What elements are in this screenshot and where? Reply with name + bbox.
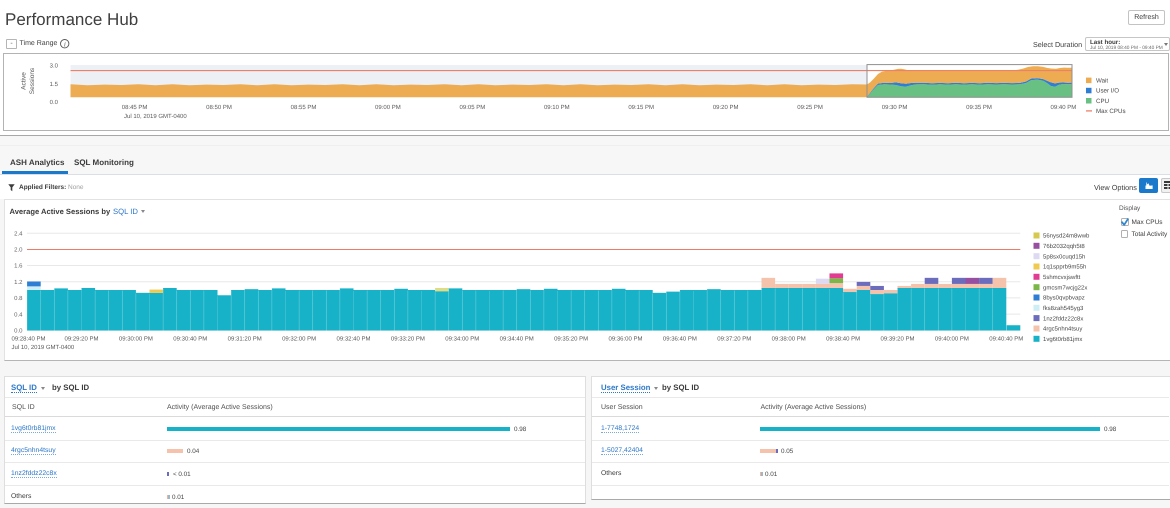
svg-text:8bys0qvpbvapz: 8bys0qvpbvapz	[1043, 295, 1085, 302]
svg-text:5p8sx0cuqd15h: 5p8sx0cuqd15h	[1043, 253, 1085, 260]
svg-text:09:32:00 PM: 09:32:00 PM	[282, 336, 316, 343]
svg-text:1vg6t0rb81jmx: 1vg6t0rb81jmx	[1043, 336, 1082, 343]
svg-text:09:33:20 PM: 09:33:20 PM	[391, 336, 425, 343]
svg-text:2.4: 2.4	[14, 231, 23, 238]
svg-text:09:38:00 PM: 09:38:00 PM	[772, 336, 806, 343]
svg-text:09:20 PM: 09:20 PM	[713, 104, 739, 111]
svg-text:09:15 PM: 09:15 PM	[628, 104, 654, 111]
svg-text:56nysd24m8wwb: 56nysd24m8wwb	[1043, 233, 1090, 240]
svg-text:08:45 PM: 08:45 PM	[122, 104, 148, 111]
svg-text:fks8zah545yg3: fks8zah545yg3	[1043, 305, 1084, 312]
svg-text:09:35 PM: 09:35 PM	[966, 104, 992, 111]
svg-text:1.5: 1.5	[50, 81, 59, 88]
svg-text:09:37:20 PM: 09:37:20 PM	[717, 336, 751, 343]
svg-text:0.8: 0.8	[14, 295, 23, 302]
svg-text:09:30:40 PM: 09:30:40 PM	[173, 336, 207, 343]
svg-text:09:35:20 PM: 09:35:20 PM	[554, 336, 588, 343]
svg-text:09:28:40 PM: 09:28:40 PM	[12, 336, 46, 343]
svg-text:0.4: 0.4	[14, 311, 23, 318]
svg-text:2.0: 2.0	[14, 247, 23, 254]
svg-text:0.0: 0.0	[50, 99, 59, 106]
svg-text:User I/O: User I/O	[1096, 88, 1119, 95]
svg-text:08:50 PM: 08:50 PM	[206, 104, 232, 111]
svg-text:Sessions: Sessions	[29, 67, 36, 94]
svg-text:09:10 PM: 09:10 PM	[544, 104, 570, 111]
svg-text:09:36:40 PM: 09:36:40 PM	[663, 336, 697, 343]
svg-text:Wait: Wait	[1096, 78, 1108, 85]
svg-text:09:32:40 PM: 09:32:40 PM	[336, 336, 370, 343]
svg-text:i: i	[63, 40, 65, 48]
svg-text:09:05 PM: 09:05 PM	[460, 104, 486, 111]
svg-text:1nz2fddz22c8x: 1nz2fddz22c8x	[1043, 315, 1083, 322]
svg-text:Max CPUs: Max CPUs	[1096, 108, 1126, 115]
svg-text:4rgc5nhn4tsuy: 4rgc5nhn4tsuy	[1043, 326, 1082, 333]
svg-text:76b2032qqh5t8: 76b2032qqh5t8	[1043, 243, 1085, 250]
svg-text:09:31:20 PM: 09:31:20 PM	[228, 336, 262, 343]
svg-text:09:25 PM: 09:25 PM	[797, 104, 823, 111]
svg-text:1.6: 1.6	[14, 263, 23, 270]
svg-text:09:36:00 PM: 09:36:00 PM	[608, 336, 642, 343]
svg-text:09:40 PM: 09:40 PM	[1051, 104, 1077, 111]
svg-text:09:29:20 PM: 09:29:20 PM	[64, 336, 98, 343]
svg-text:1q1spprb9m55h: 1q1spprb9m55h	[1043, 264, 1086, 271]
svg-text:09:30 PM: 09:30 PM	[882, 104, 908, 111]
svg-text:09:34:40 PM: 09:34:40 PM	[500, 336, 534, 343]
svg-text:Jul 10, 2019 GMT-0400: Jul 10, 2019 GMT-0400	[12, 344, 75, 351]
svg-text:0.0: 0.0	[14, 328, 23, 335]
svg-text:3.0: 3.0	[50, 62, 59, 69]
svg-text:5shmcvxjswftt: 5shmcvxjswftt	[1043, 274, 1081, 281]
svg-text:CPU: CPU	[1096, 98, 1109, 105]
svg-text:09:39:20 PM: 09:39:20 PM	[880, 336, 914, 343]
svg-text:09:00 PM: 09:00 PM	[375, 104, 401, 111]
svg-text:09:38:40 PM: 09:38:40 PM	[826, 336, 860, 343]
svg-text:gmcsm7wcjg22x: gmcsm7wcjg22x	[1043, 284, 1087, 291]
svg-text:09:30:00 PM: 09:30:00 PM	[119, 336, 153, 343]
svg-text:09:40:00 PM: 09:40:00 PM	[935, 336, 969, 343]
svg-text:1.2: 1.2	[14, 279, 23, 286]
svg-text:Active: Active	[21, 72, 28, 90]
svg-text:09:34:00 PM: 09:34:00 PM	[445, 336, 479, 343]
svg-text:09:40:40 PM: 09:40:40 PM	[989, 336, 1023, 343]
svg-text:08:55 PM: 08:55 PM	[291, 104, 317, 111]
svg-text:Jul 10, 2019 GMT-0400: Jul 10, 2019 GMT-0400	[124, 113, 187, 120]
